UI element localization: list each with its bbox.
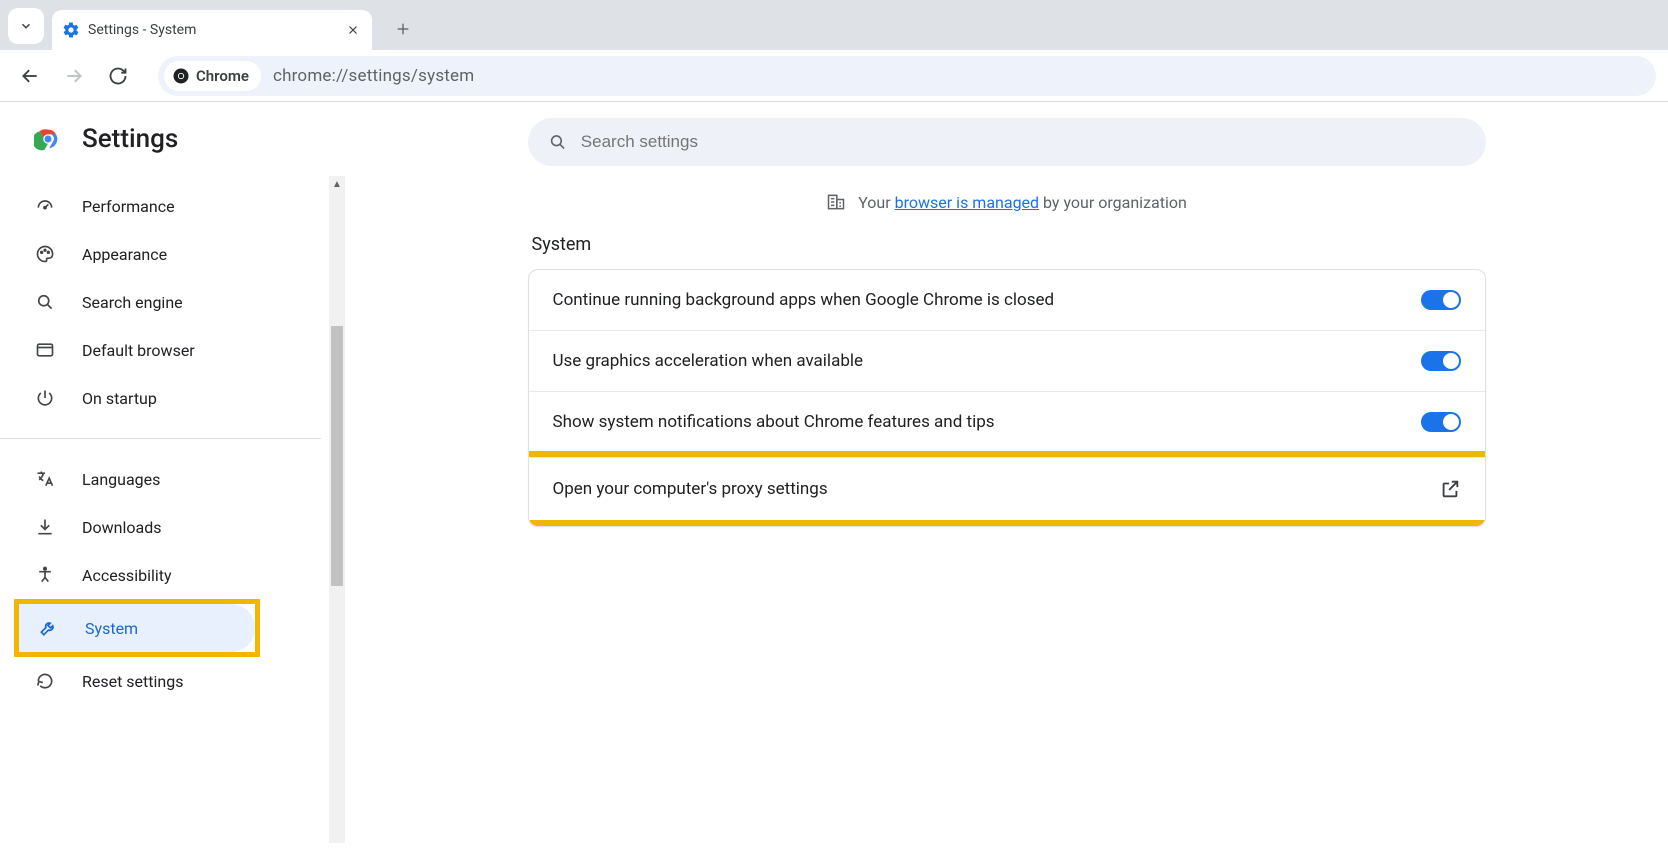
sidebar-item-label: System (85, 619, 138, 638)
row-label: Use graphics acceleration when available (553, 351, 864, 371)
back-button[interactable] (12, 58, 48, 94)
sidebar: Settings ▲ Performance Appearance Search… (0, 102, 345, 849)
sidebar-item-search-engine[interactable]: Search engine (0, 278, 321, 326)
palette-icon (35, 244, 55, 264)
row-label: Open your computer's proxy settings (553, 479, 828, 499)
sidebar-item-downloads[interactable]: Downloads (0, 503, 321, 551)
system-section: System Continue running background apps … (528, 234, 1486, 527)
site-chip[interactable]: Chrome (164, 61, 261, 91)
search-input[interactable] (581, 132, 1466, 152)
row-proxy-settings[interactable]: Open your computer's proxy settings (529, 457, 1485, 520)
tab-close-button[interactable] (344, 21, 362, 39)
sidebar-item-reset[interactable]: Reset settings (0, 657, 321, 705)
sidebar-header: Settings (0, 102, 345, 176)
tab-title: Settings - System (88, 22, 336, 38)
row-label: Show system notifications about Chrome f… (553, 412, 995, 432)
search-icon (548, 132, 567, 152)
accessibility-icon (35, 565, 55, 585)
sidebar-item-label: Appearance (82, 245, 167, 264)
site-chip-label: Chrome (196, 67, 249, 85)
browser-tab[interactable]: Settings - System (52, 10, 372, 50)
url-text: chrome://settings/system (273, 66, 474, 86)
sidebar-item-appearance[interactable]: Appearance (0, 230, 321, 278)
managed-notice: Your browser is managed by your organiza… (826, 192, 1187, 212)
settings-gear-icon (62, 21, 80, 39)
reload-icon (108, 66, 128, 86)
row-graphics-accel: Use graphics acceleration when available (529, 330, 1485, 391)
wrench-icon (38, 618, 58, 638)
chrome-icon (172, 67, 190, 85)
row-label: Continue running background apps when Go… (553, 290, 1055, 310)
managed-link[interactable]: browser is managed (895, 193, 1039, 212)
sidebar-item-label: Performance (82, 197, 175, 216)
search-settings[interactable] (528, 118, 1486, 166)
sidebar-separator (0, 438, 321, 439)
sidebar-item-label: Accessibility (82, 566, 172, 585)
chrome-logo-icon (34, 125, 62, 153)
sidebar-item-accessibility[interactable]: Accessibility (0, 551, 321, 599)
highlight-system-nav: System (14, 599, 260, 657)
settings-card: Continue running background apps when Go… (528, 269, 1486, 527)
sidebar-item-system[interactable]: System (19, 604, 255, 652)
reload-button[interactable] (100, 58, 136, 94)
download-icon (35, 517, 55, 537)
close-icon (347, 24, 359, 36)
settings-page: Settings ▲ Performance Appearance Search… (0, 102, 1668, 849)
managed-text: Your browser is managed by your organiza… (858, 193, 1187, 212)
sidebar-item-label: On startup (82, 389, 157, 408)
row-system-notifications: Show system notifications about Chrome f… (529, 391, 1485, 452)
arrow-left-icon (20, 66, 40, 86)
speedometer-icon (35, 196, 55, 216)
plus-icon (395, 21, 411, 37)
sidebar-item-label: Search engine (82, 293, 183, 312)
tab-search-button[interactable] (8, 8, 44, 44)
sidebar-nav-2: Languages Downloads Accessibility System (0, 449, 345, 711)
new-tab-button[interactable] (386, 12, 420, 46)
search-icon (35, 292, 55, 312)
sidebar-nav: Performance Appearance Search engine Def… (0, 176, 345, 428)
highlight-proxy-row: Open your computer's proxy settings (528, 451, 1486, 526)
translate-icon (35, 469, 55, 489)
forward-button[interactable] (56, 58, 92, 94)
scrollbar[interactable]: ▲ (329, 176, 345, 843)
sidebar-item-default-browser[interactable]: Default browser (0, 326, 321, 374)
address-bar: Chrome chrome://settings/system (0, 50, 1668, 102)
reset-icon (35, 671, 55, 691)
toggle-background-apps[interactable] (1421, 290, 1461, 310)
sidebar-item-label: Languages (82, 470, 160, 489)
row-background-apps: Continue running background apps when Go… (529, 270, 1485, 330)
browser-icon (35, 340, 55, 360)
toggle-system-notifications[interactable] (1421, 412, 1461, 432)
sidebar-scroll: ▲ Performance Appearance Search engine (0, 176, 345, 843)
scrollbar-thumb[interactable] (331, 326, 343, 586)
tab-strip: Settings - System (0, 0, 1668, 50)
sidebar-item-performance[interactable]: Performance (0, 182, 321, 230)
chevron-down-icon (19, 19, 33, 33)
building-icon (826, 192, 846, 212)
sidebar-item-label: Default browser (82, 341, 195, 360)
sidebar-item-languages[interactable]: Languages (0, 455, 321, 503)
sidebar-item-label: Downloads (82, 518, 161, 537)
toggle-graphics-accel[interactable] (1421, 351, 1461, 371)
section-title: System (528, 234, 1486, 255)
scroll-up-arrow[interactable]: ▲ (329, 176, 345, 192)
open-external-icon (1439, 478, 1461, 500)
omnibox[interactable]: Chrome chrome://settings/system (158, 56, 1656, 96)
sidebar-item-label: Reset settings (82, 672, 183, 691)
sidebar-item-on-startup[interactable]: On startup (0, 374, 321, 422)
power-icon (35, 388, 55, 408)
arrow-right-icon (64, 66, 84, 86)
page-title: Settings (82, 124, 178, 154)
main-content: Your browser is managed by your organiza… (345, 102, 1668, 849)
